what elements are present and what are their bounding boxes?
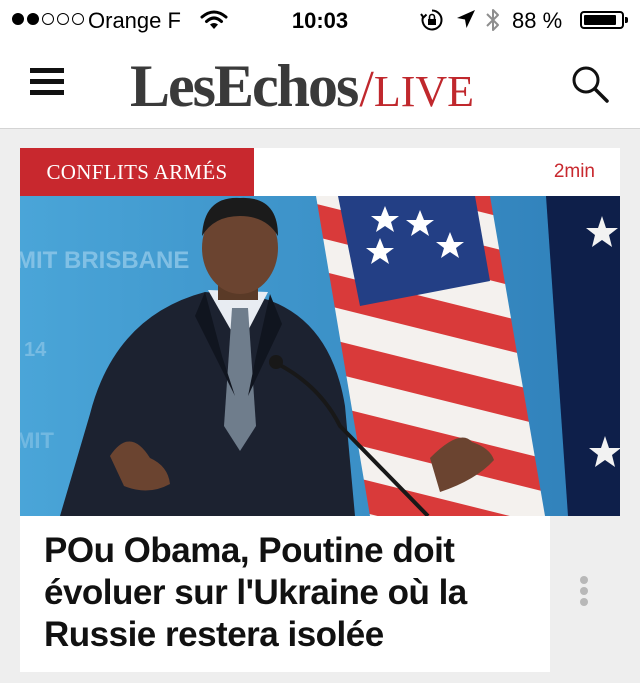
svg-text:MIT: MIT <box>20 428 54 453</box>
category-tag[interactable]: CONFLITS ARMÉS <box>20 148 254 196</box>
article-side-panel <box>550 516 620 672</box>
headline-line: Russie restera isolée <box>44 615 384 654</box>
location-arrow-icon <box>455 8 477 36</box>
article-headline[interactable]: POu Obama, Poutine doit évoluer sur l'Uk… <box>20 516 550 656</box>
article-photo[interactable]: MIT BRISBANE 14 MIT <box>20 196 620 516</box>
status-bar: Orange F 10:03 88 % <box>0 0 640 40</box>
bluetooth-icon <box>484 6 502 40</box>
headline-area[interactable]: POu Obama, Poutine doit évoluer sur l'Uk… <box>20 516 550 672</box>
headline-line: POu Obama, Poutine doit <box>44 531 455 570</box>
headline-line: évoluer sur l'Ukraine où la <box>44 573 467 612</box>
article-card[interactable]: CONFLITS ARMÉS 2min MIT BRISBANE 14 MIT <box>20 148 620 672</box>
logo-live-text: LIVE <box>373 67 475 116</box>
vertical-ellipsis-icon[interactable] <box>576 576 592 610</box>
battery-percentage: 88 % <box>512 8 563 33</box>
hamburger-menu-icon[interactable] <box>30 68 64 98</box>
logo-main-text: LesEchos <box>130 53 359 119</box>
backdrop-text: MIT BRISBANE <box>20 247 189 274</box>
search-icon[interactable] <box>568 62 612 106</box>
read-time: 2min <box>553 161 595 182</box>
app-header: LesEchos / LIVE <box>0 40 640 129</box>
rotation-lock-icon <box>420 8 444 38</box>
logo-slash: / <box>359 61 374 118</box>
svg-text:14: 14 <box>24 339 47 361</box>
les-echos-live-logo[interactable]: LesEchos / LIVE <box>130 52 474 121</box>
battery-icon <box>580 11 628 29</box>
